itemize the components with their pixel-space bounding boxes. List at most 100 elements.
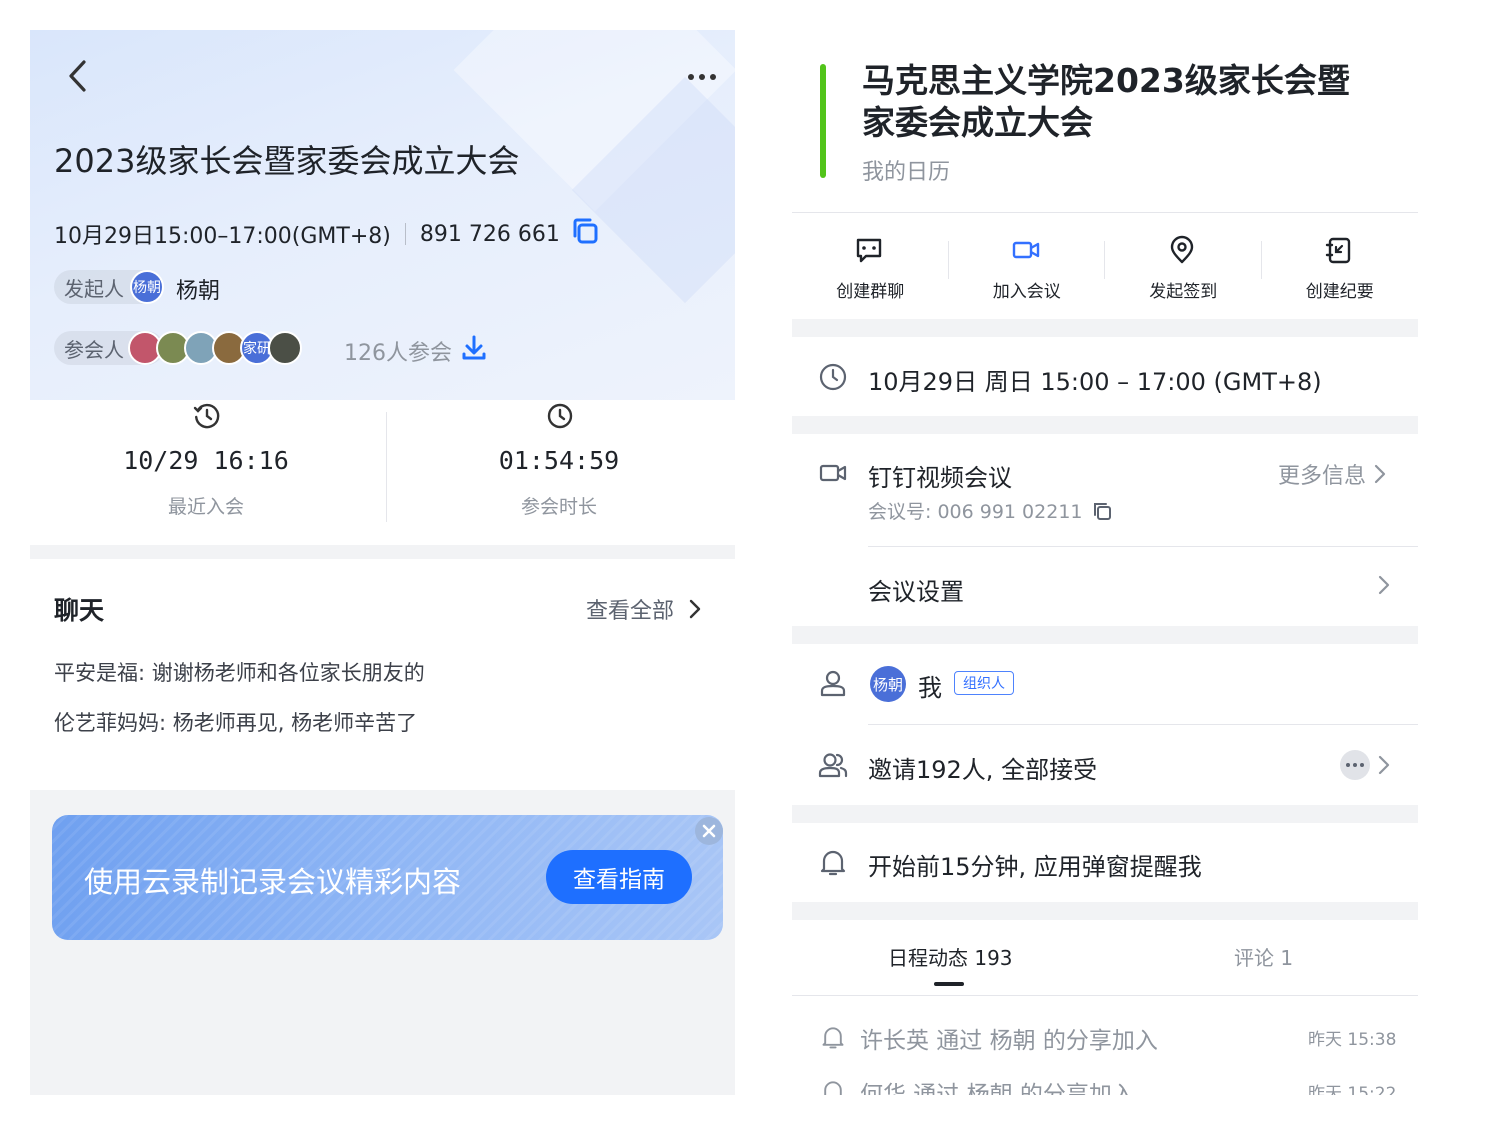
minutes-icon <box>1325 237 1350 264</box>
initiator-label: 发起人 <box>64 276 124 301</box>
calendar-name: 我的日历 <box>862 160 951 185</box>
avatar[interactable]: 杨朝 <box>130 270 164 304</box>
event-datetime: 10月29日 周日 15:00 – 17:00 (GMT+8) <box>868 368 1322 396</box>
action-label: 创建纪要 <box>1305 282 1374 302</box>
action-label: 创建群聊 <box>836 282 905 302</box>
active-tab-indicator <box>934 982 964 986</box>
activity-time: 昨天 15:22 <box>1308 1084 1397 1095</box>
avatar <box>268 331 302 365</box>
activity-text: 何华 通过 杨朝 的分享加入 <box>860 1082 1135 1095</box>
more-dot <box>1353 763 1357 767</box>
more-dot <box>699 74 705 80</box>
start-checkin-button[interactable]: 发起签到 <box>1105 213 1262 319</box>
activity-text: 许长英 通过 杨朝 的分享加入 <box>860 1028 1158 1054</box>
chevron-right-icon[interactable] <box>1378 755 1390 775</box>
action-label: 加入会议 <box>992 282 1061 302</box>
section-gap <box>792 319 1418 337</box>
back-button[interactable] <box>60 58 96 94</box>
reminder-setting[interactable]: 开始前15分钟, 应用弹窗提醒我 <box>868 847 1202 882</box>
avatar[interactable]: 杨朝 <box>870 666 906 702</box>
chat-title: 聊天 <box>54 591 111 629</box>
group-chat-icon <box>856 238 882 263</box>
download-icon[interactable] <box>460 334 488 366</box>
bell-icon <box>820 850 846 876</box>
person-icon <box>820 670 846 697</box>
divider <box>404 223 406 245</box>
meeting-settings-link[interactable]: 会议设置 <box>868 572 964 607</box>
list-item: 许长英 通过 杨朝 的分享加入 昨天 15:38 <box>792 1021 1418 1061</box>
more-dot <box>1346 763 1350 767</box>
stat-label: 参会时长 <box>520 496 597 518</box>
stat-duration: 01:54:59 参会时长 <box>383 400 735 545</box>
calendar-event-panel: 马克思主义学院2023级家长会暨家委会成立大会 我的日历 创建群聊 加入会议 发… <box>792 30 1418 1095</box>
people-icon <box>818 753 848 778</box>
copy-icon[interactable] <box>570 216 600 252</box>
chevron-right-icon <box>1374 464 1386 484</box>
chat-card: 聊天 查看全部 平安是福: 谢谢杨老师和各位家长朋友的 伦艺菲妈妈: 杨老师再见… <box>30 559 735 790</box>
tab-activity[interactable]: 日程动态 193 <box>888 942 1013 971</box>
meeting-detail-panel: 2023级家长会暨家委会成立大会 10月29日15:00–17:00(GMT+8… <box>30 30 735 1095</box>
copy-icon[interactable] <box>1091 500 1113 522</box>
close-icon <box>702 824 716 838</box>
list-item: 何华 通过 杨朝 的分享加入 昨天 15:22 <box>792 1075 1418 1095</box>
quick-actions: 创建群聊 加入会议 发起签到 创建纪要 <box>792 213 1418 319</box>
chat-message[interactable]: 伦艺菲妈妈: 杨老师再见, 杨老师辛苦了 <box>54 707 417 737</box>
view-guide-button[interactable]: 查看指南 <box>546 850 692 904</box>
meeting-stats: 10/29 16:16 最近入会 01:54:59 参会时长 <box>30 400 735 545</box>
chevron-right-icon[interactable] <box>1378 575 1390 595</box>
divider <box>868 546 1418 547</box>
history-clock-icon <box>193 403 220 429</box>
attendee-status-button[interactable] <box>1340 750 1370 780</box>
initiator-name: 杨朝 <box>176 279 221 304</box>
join-meeting-button[interactable]: 加入会议 <box>949 213 1105 319</box>
more-dot <box>1360 763 1364 767</box>
more-dot <box>710 74 716 80</box>
meeting-time: 10月29日15:00–17:00(GMT+8) <box>54 224 391 249</box>
more-options-button[interactable] <box>680 64 724 90</box>
more-info-link[interactable]: 更多信息 <box>1278 458 1386 490</box>
divider <box>792 995 1418 996</box>
bell-icon <box>822 1027 844 1049</box>
location-checkin-icon <box>1170 235 1194 264</box>
more-info-label: 更多信息 <box>1278 464 1367 489</box>
attendee-avatar-list[interactable]: 家研 <box>128 331 302 365</box>
action-label: 发起签到 <box>1149 282 1218 302</box>
more-dot <box>688 74 694 80</box>
meeting-time-row: 10月29日15:00–17:00(GMT+8) 891 726 661 <box>54 216 600 252</box>
stat-value: 10/29 16:16 <box>123 446 289 475</box>
meeting-title: 2023级家长会暨家委会成立大会 <box>54 142 520 180</box>
organizer-badge: 组织人 <box>954 671 1014 695</box>
attendee-count[interactable]: 126人参会 <box>344 335 452 367</box>
bell-icon <box>824 1081 842 1095</box>
video-camera-icon <box>819 464 847 482</box>
chat-message[interactable]: 平安是福: 谢谢杨老师和各位家长朋友的 <box>54 657 425 687</box>
view-all-label: 查看全部 <box>586 599 675 624</box>
section-gap <box>792 902 1418 920</box>
meeting-number-row: 会议号: 006 991 02211 <box>868 497 1113 524</box>
view-all-chat-link[interactable]: 查看全部 <box>586 593 702 625</box>
calendar-color-bar <box>820 64 826 178</box>
organizer-name: 我 <box>918 674 942 702</box>
chevron-right-icon <box>689 599 701 619</box>
meeting-type[interactable]: 钉钉视频会议 <box>868 458 1012 493</box>
create-minutes-button[interactable]: 创建纪要 <box>1262 213 1419 319</box>
cloud-recording-banner[interactable]: 使用云录制记录会议精彩内容 查看指南 <box>52 815 723 940</box>
attendee-label: 参会人 <box>64 337 124 362</box>
close-banner-button[interactable] <box>695 817 723 845</box>
meeting-number: 会议号: 006 991 02211 <box>868 501 1083 523</box>
banner-text: 使用云录制记录会议精彩内容 <box>84 865 462 899</box>
activity-time: 昨天 15:38 <box>1308 1030 1397 1050</box>
video-camera-icon <box>1012 241 1039 259</box>
tab-comments[interactable]: 评论 1 <box>1234 942 1293 971</box>
clock-icon <box>547 403 573 429</box>
section-gap <box>792 416 1418 434</box>
invite-summary[interactable]: 邀请192人, 全部接受 <box>868 750 1097 785</box>
section-gap <box>792 805 1418 823</box>
meeting-id: 891 726 661 <box>419 221 560 247</box>
create-group-chat-button[interactable]: 创建群聊 <box>792 213 949 319</box>
section-gap <box>792 626 1418 644</box>
event-title: 马克思主义学院2023级家长会暨家委会成立大会 <box>862 61 1350 142</box>
stat-value: 01:54:59 <box>498 446 620 475</box>
stat-last-join: 10/29 16:16 最近入会 <box>30 400 382 545</box>
stat-label: 最近入会 <box>167 496 244 518</box>
